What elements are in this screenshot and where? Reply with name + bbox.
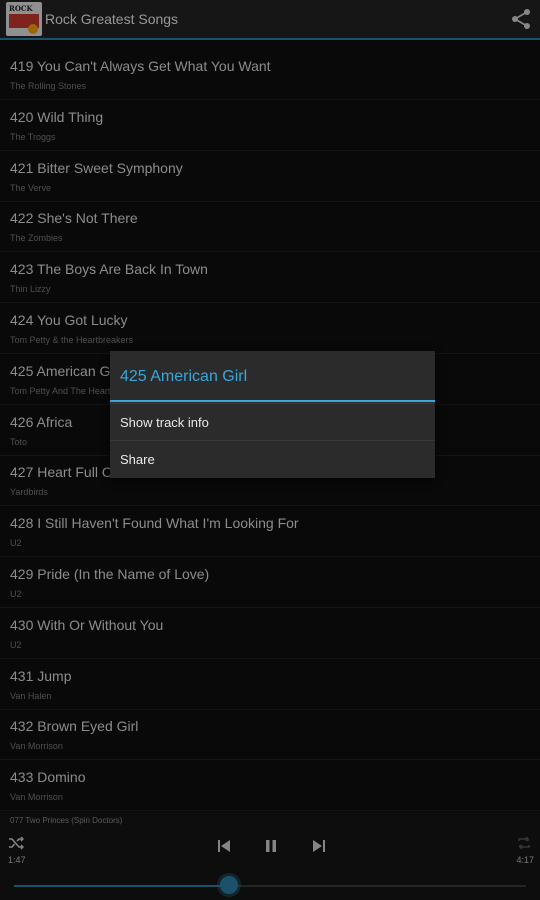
song-artist: Van Halen (10, 690, 52, 701)
song-title: 425 American Girl (10, 362, 122, 379)
song-artist: Toto (10, 436, 28, 447)
song-row[interactable]: 424 You Got Lucky Tom Petty & the Heartbr… (0, 304, 540, 354)
song-row[interactable]: 420 Wild Thing The Troggs (0, 101, 540, 151)
song-title: 422 She's Not There (10, 210, 138, 227)
song-artist: Van Morrison (10, 741, 63, 752)
next-icon[interactable] (312, 838, 326, 854)
song-artist: U2 (10, 639, 22, 650)
dialog-item-label: Show track info (120, 415, 209, 430)
seek-bar-thumb[interactable] (220, 876, 239, 894)
song-artist: Van Morrison (10, 792, 63, 803)
song-title: 424 You Got Lucky (10, 312, 128, 328)
repeat-icon[interactable] (516, 836, 532, 850)
song-artist: U2 (10, 589, 22, 599)
song-artist: The Rolling Stones (10, 81, 87, 91)
song-title: 431 Jump (10, 667, 72, 684)
song-row[interactable]: 430 With Or Without You U2 (0, 609, 540, 659)
pause-icon[interactable] (264, 838, 278, 854)
app-logo[interactable]: ROCK (6, 2, 42, 36)
song-title: 421 Bitter Sweet Symphony (10, 159, 183, 176)
dialog-title: 425 American Girl (120, 368, 248, 385)
song-row[interactable]: 419 You Can't Always Get What You Want Th… (0, 50, 540, 100)
app-title: Rock Greatest Songs (45, 11, 179, 27)
song-title: 430 With Or Without You (10, 616, 164, 633)
song-row[interactable]: 423 The Boys Are Back In Town Thin Lizzy (0, 253, 540, 304)
song-title: 420 Wild Thing (10, 108, 104, 125)
shuffle-icon[interactable] (8, 836, 24, 850)
song-title: 428 I Still Haven't Found What I'm Looki… (10, 515, 299, 532)
seek-bar[interactable] (14, 876, 526, 894)
song-row[interactable]: 433 Domino Van Morrison (0, 761, 540, 812)
show-track-info-option[interactable]: Show track info (110, 403, 435, 440)
song-title: 433 Domino (10, 769, 86, 786)
song-row[interactable]: 429 Pride (In the Name of Love) U2 (0, 558, 540, 608)
song-artist: Tom Petty & the Heartbreakers (10, 335, 134, 345)
player-bar: 077 Two Princes (Spin Doctors) 1:47 4:17 (0, 812, 540, 900)
logo-text: ROCK (9, 4, 33, 13)
song-artist: The Verve (10, 182, 52, 193)
share-option[interactable]: Share (110, 440, 435, 477)
song-row[interactable]: 431 Jump Van Halen (0, 660, 540, 710)
song-title: 423 The Boys Are Back In Town (10, 261, 208, 278)
context-dialog: 425 American Girl Show track info Share (110, 351, 435, 478)
song-title: 432 Brown Eyed Girl (10, 718, 139, 735)
song-artist: Yardbirds (10, 487, 48, 498)
app-bar: ROCK Rock Greatest Songs (0, 0, 540, 40)
song-artist: The Zombies (10, 233, 63, 244)
elapsed-time: 1:47 (8, 855, 26, 865)
song-artist: Thin Lizzy (10, 284, 51, 295)
total-time: 4:17 (516, 855, 534, 865)
song-row[interactable]: 428 I Still Haven't Found What I'm Looki… (0, 507, 540, 558)
dialog-divider (110, 400, 435, 402)
song-row[interactable]: 432 Brown Eyed Girl Van Morrison (0, 710, 540, 761)
share-icon[interactable] (510, 8, 532, 30)
song-row[interactable]: 421 Bitter Sweet Symphony The Verve (0, 152, 540, 202)
song-title: 429 Pride (In the Name of Love) (10, 566, 210, 582)
song-title: 419 You Can't Always Get What You Want (10, 58, 271, 74)
song-artist: U2 (10, 538, 22, 549)
song-title: 426 Africa (10, 413, 73, 430)
previous-icon[interactable] (217, 838, 231, 854)
dialog-item-label: Share (120, 452, 155, 467)
song-artist: The Troggs (10, 131, 56, 142)
seek-bar-progress (14, 885, 230, 887)
song-row[interactable]: 422 She's Not There The Zombies (0, 202, 540, 253)
now-playing-label: 077 Two Princes (Spin Doctors) (10, 816, 123, 825)
logo-dot (28, 24, 38, 34)
